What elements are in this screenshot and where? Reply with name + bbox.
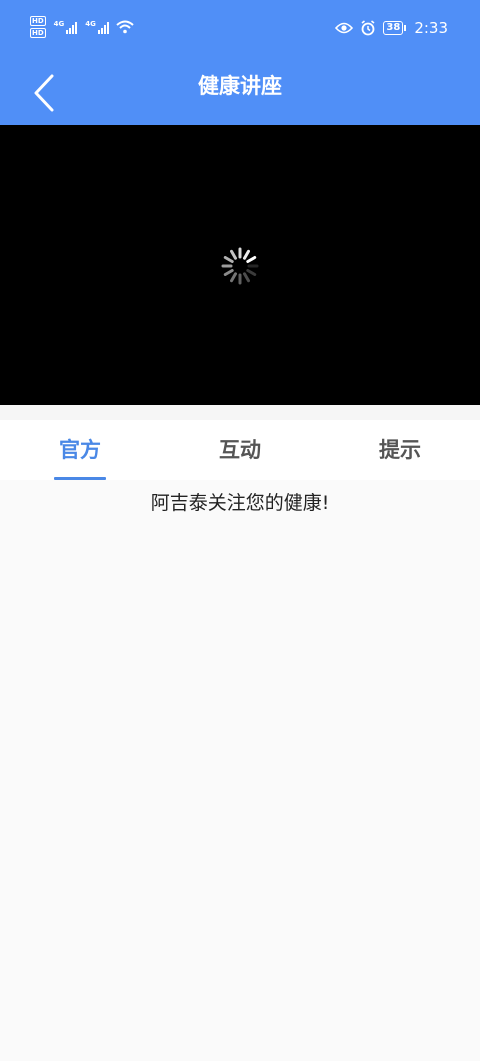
spinner-spoke — [243, 249, 250, 260]
spinner-spoke — [223, 256, 234, 263]
spinner-spoke — [230, 272, 237, 283]
hd-icons: HD HD — [30, 16, 46, 38]
tab-official[interactable]: 官方 — [20, 420, 140, 480]
tab-interaction[interactable]: 互动 — [180, 420, 300, 480]
wifi-icon — [116, 20, 134, 34]
hd-icon: HD — [30, 28, 46, 38]
status-right: 38 2:33 — [335, 19, 448, 37]
spinner-spoke — [223, 269, 234, 276]
signal-icon: 4G — [54, 20, 78, 34]
network-type-label: 4G — [85, 20, 96, 28]
content-area: 阿吉泰关注您的健康! — [0, 480, 480, 1061]
network-type-label: 4G — [53, 20, 65, 28]
hd-icon: HD — [30, 16, 46, 26]
signal-icon: 4G — [85, 20, 109, 34]
tab-tips[interactable]: 提示 — [340, 420, 460, 480]
battery-icon: 38 — [383, 21, 407, 35]
loading-spinner-icon — [221, 247, 259, 285]
status-left: HD HD 4G 4G — [30, 16, 134, 38]
status-bar: HD HD 4G 4G 38 2:33 — [0, 0, 480, 58]
divider — [0, 405, 480, 420]
spinner-spoke — [230, 249, 237, 260]
spinner-spoke — [243, 272, 250, 283]
spinner-spoke — [246, 269, 257, 276]
eye-icon — [335, 22, 354, 34]
alarm-icon — [361, 20, 375, 36]
tab-bar: 官方 互动 提示 — [0, 420, 480, 480]
clock: 2:33 — [414, 19, 448, 37]
nav-bar: 健康讲座 — [0, 58, 480, 125]
welcome-message: 阿吉泰关注您的健康! — [150, 492, 330, 514]
spinner-spoke — [246, 256, 257, 263]
page-title: 健康讲座 — [198, 74, 282, 98]
